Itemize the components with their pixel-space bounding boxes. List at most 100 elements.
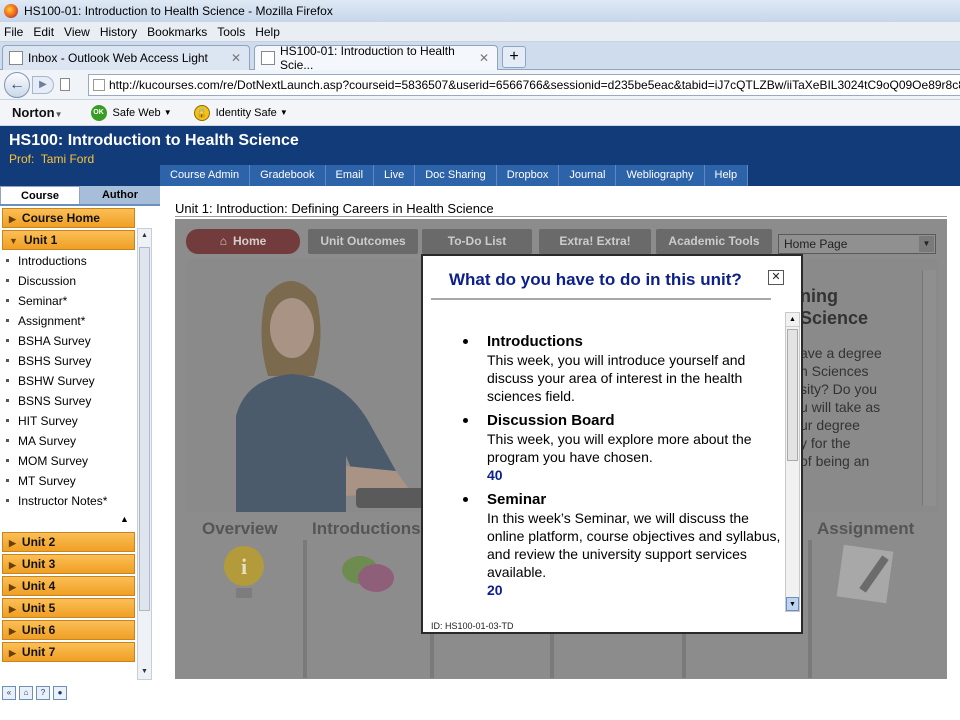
sidebar-tab-author[interactable]: Author [80,186,160,204]
sidebar-item-ma-survey[interactable]: MA Survey [6,434,76,448]
scroll-down-icon[interactable]: ▼ [138,665,151,679]
sidebar-item-label: BSNS Survey [18,394,92,408]
close-icon[interactable]: ✕ [768,270,784,285]
sidebar-item-seminar[interactable]: Seminar* [6,294,67,308]
content-tab-to-do-list[interactable]: To-Do List [422,229,532,254]
sidebar-item-unit-6[interactable]: ▶ Unit 6 [2,620,135,640]
close-tab-icon[interactable]: ✕ [479,51,489,65]
sidebar-item-label: Introductions [18,254,87,268]
notepad-pencil-icon[interactable] [836,542,900,604]
scroll-down-icon[interactable]: ▼ [786,597,799,611]
sidebar-item-unit-5[interactable]: ▶ Unit 5 [2,598,135,618]
sidebar-scrollbar[interactable]: ▲ ▼ [137,228,152,680]
sidebar-item-label: Unit 6 [21,623,56,637]
menu-bookmarks[interactable]: Bookmarks [147,25,207,39]
sidebar-item-mt-survey[interactable]: MT Survey [6,474,76,488]
page-select[interactable]: Home Page ▼ [778,234,936,254]
menu-view[interactable]: View [64,25,90,39]
modal-id: ID: HS100-01-03-TD [431,621,514,631]
scroll-up-icon[interactable]: ▲ [138,229,151,243]
sidebar-item-hit-survey[interactable]: HIT Survey [6,414,78,428]
nav-email[interactable]: Email [326,165,375,186]
nav-course-admin[interactable]: Course Admin [160,165,251,186]
sidebar-item-unit-4[interactable]: ▶ Unit 4 [2,576,135,596]
sidebar-item-unit-1[interactable]: ▼ Unit 1 [2,230,135,250]
nav-dropbox[interactable]: Dropbox [497,165,560,186]
content-tab-home[interactable]: ⌂ Home [186,229,300,254]
bullet-icon [6,459,9,462]
nav-webliography[interactable]: Webliography [616,165,705,186]
menu-bar: File Edit View History Bookmarks Tools H… [0,22,960,42]
sidebar-tab-course[interactable]: Course [0,186,80,204]
sidebar-item-label: BSHS Survey [18,354,92,368]
hero-text-line: of being an [800,453,870,469]
scrollbar-thumb[interactable] [787,329,798,461]
modal-divider [431,298,771,300]
info-bulb-icon[interactable]: i [220,544,268,604]
todo-item: Discussion Board This week, you will exp… [459,411,781,484]
sidebar-item-bsha-survey[interactable]: BSHA Survey [6,334,91,348]
sidebar-item-bshs-survey[interactable]: BSHS Survey [6,354,91,368]
scrollbar-thumb[interactable] [139,247,150,611]
menu-tools[interactable]: Tools [217,25,245,39]
norton-menu[interactable]: Norton▼ [12,105,63,120]
bullet-icon [6,339,9,342]
nav-gradebook[interactable]: Gradebook [250,165,326,186]
nav-doc-sharing[interactable]: Doc Sharing [415,165,497,186]
sidebar-item-bsns-survey[interactable]: BSNS Survey [6,394,91,408]
todo-list: Introductions This week, you will introd… [459,332,781,605]
sidebar-item-unit-3[interactable]: ▶ Unit 3 [2,554,135,574]
menu-edit[interactable]: Edit [33,25,54,39]
section-introductions[interactable]: Introductions [312,519,421,539]
sidebar-item-label: MOM Survey [18,454,89,468]
help-icon[interactable]: ? [36,686,50,700]
sidebar-item-introductions[interactable]: Introductions [6,254,87,268]
safe-web-button[interactable]: OK Safe Web ▼ [90,104,172,121]
page-favicon-icon [9,51,23,65]
scroll-up-icon[interactable]: ▲ [786,313,799,327]
nav-help[interactable]: Help [705,165,749,186]
forward-button[interactable]: ▶ [32,76,54,94]
sidebar-item-discussion[interactable]: Discussion [6,274,76,288]
sidebar-item-label: HIT Survey [18,414,78,428]
home-icon[interactable]: ⌂ [19,686,33,700]
back-button[interactable]: ← [4,72,30,98]
sidebar-item-unit-2[interactable]: ▶ Unit 2 [2,532,135,552]
course-header: HS100: Introduction to Health Science Pr… [0,126,960,186]
close-tab-icon[interactable]: ✕ [231,51,241,65]
hero-scrollbar[interactable] [922,270,936,506]
address-url: http://kucourses.com/re/DotNextLaunch.as… [109,78,960,92]
sidebar-item-assignment[interactable]: Assignment* [6,314,85,328]
sidebar-item-unit-7[interactable]: ▶ Unit 7 [2,642,135,662]
content-tab-unit-outcomes[interactable]: Unit Outcomes [308,229,418,254]
sidebar-item-mom-survey[interactable]: MOM Survey [6,454,88,468]
collapse-up-icon[interactable]: ▲ [120,514,129,524]
sidebar-item-instructor-notes[interactable]: Instructor Notes* [6,494,107,508]
bullet-icon [6,479,9,482]
content-tab-academic-tools[interactable]: Academic Tools [656,229,772,254]
identity-safe-button[interactable]: 🔒 Identity Safe ▼ [193,104,288,121]
chat-bubbles-icon[interactable] [340,552,398,598]
new-tab-button[interactable]: + [502,46,526,68]
unit-title: Unit 1: Introduction: Defining Careers i… [175,201,494,216]
title-divider [175,216,947,217]
address-bar[interactable]: http://kucourses.com/re/DotNextLaunch.as… [88,74,960,96]
browser-tab-course[interactable]: HS100-01: Introduction to Health Scie...… [254,44,498,72]
triangle-right-icon: ▶ [9,626,16,636]
browser-tab-outlook[interactable]: Inbox - Outlook Web Access Light ✕ [2,45,250,70]
collapse-sidebar-icon[interactable]: « [2,686,16,700]
content-tab-extra-extra[interactable]: Extra! Extra! [539,229,651,254]
triangle-right-icon: ▶ [9,648,16,658]
sidebar-item-course-home[interactable]: ▶ Course Home [2,208,135,228]
user-icon[interactable]: ● [53,686,67,700]
nav-journal[interactable]: Journal [559,165,617,186]
todo-item-title: Discussion Board [487,412,615,429]
nav-live[interactable]: Live [374,165,416,186]
menu-help[interactable]: Help [255,25,280,39]
menu-file[interactable]: File [4,25,23,39]
section-assignment[interactable]: Assignment [817,519,914,539]
section-overview[interactable]: Overview [202,519,278,539]
modal-scrollbar[interactable]: ▲ ▼ [785,312,800,612]
sidebar-item-bshw-survey[interactable]: BSHW Survey [6,374,95,388]
menu-history[interactable]: History [100,25,137,39]
